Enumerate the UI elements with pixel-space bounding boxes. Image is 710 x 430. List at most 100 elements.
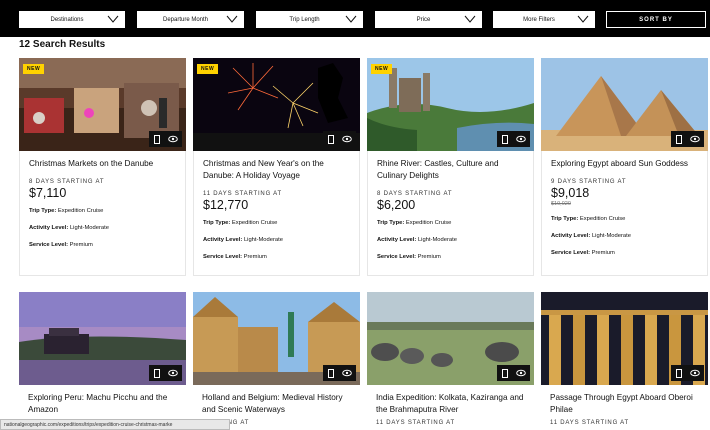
trip-type-value: Expedition Cruise	[405, 220, 452, 226]
eye-icon[interactable]	[342, 369, 353, 377]
service-level-value: Premium	[69, 242, 93, 248]
card-icons	[149, 365, 182, 381]
service-level: Service Level: Premium	[203, 254, 267, 260]
trip-type: Trip Type: Expedition Cruise	[377, 220, 451, 226]
card-icons	[497, 365, 530, 381]
trip-card[interactable]: NEW Christmas Markets on the Danube 8 DA…	[19, 58, 186, 276]
card-icons	[323, 365, 356, 381]
filter-more-filters[interactable]: More Filters	[493, 11, 595, 28]
trip-days: 11 DAYS STARTING AT	[550, 420, 629, 426]
original-price: $10,020	[551, 201, 571, 207]
trip-days: 11 DAYS STARTING AT	[376, 420, 455, 426]
phone-icon[interactable]	[327, 368, 335, 378]
results-count: 12 Search Results	[19, 39, 106, 50]
card-icons	[497, 131, 530, 147]
trip-type-value: Expedition Cruise	[231, 220, 278, 226]
trip-type: Trip Type: Expedition Cruise	[203, 220, 277, 226]
trip-image-elephants[interactable]	[367, 292, 534, 385]
trip-price: $9,018	[551, 186, 590, 200]
activity-level-label: Activity Level:	[203, 237, 243, 243]
chevron-down-icon	[107, 15, 119, 23]
filter-label: Price	[416, 16, 431, 23]
activity-level-value: Light-Moderate	[417, 237, 457, 243]
activity-level-label: Activity Level:	[551, 233, 591, 239]
service-level-value: Premium	[591, 250, 615, 256]
trip-type-value: Expedition Cruise	[579, 216, 626, 222]
trip-image-fireworks[interactable]: NEW	[193, 58, 360, 151]
trip-type-label: Trip Type:	[203, 220, 231, 226]
phone-icon[interactable]	[675, 134, 683, 144]
service-level-label: Service Level:	[29, 242, 68, 248]
trip-image-pyramids[interactable]	[541, 58, 708, 151]
chevron-down-icon	[345, 15, 357, 23]
phone-icon[interactable]	[501, 368, 509, 378]
activity-level: Activity Level: Light-Moderate	[203, 237, 283, 243]
filter-label: More Filters	[523, 16, 555, 23]
card-icons	[149, 131, 182, 147]
trip-card[interactable]: India Expedition: Kolkata, Kaziranga and…	[367, 292, 534, 430]
new-badge: NEW	[197, 64, 219, 74]
phone-icon[interactable]	[501, 134, 509, 144]
eye-icon[interactable]	[342, 135, 353, 143]
trip-card[interactable]: NEW Rhine River: Castles, Culture and Cu…	[367, 58, 534, 276]
trip-title[interactable]: Passage Through Egypt Aboard Oberoi Phil…	[550, 392, 702, 416]
trip-card[interactable]: Passage Through Egypt Aboard Oberoi Phil…	[541, 292, 708, 430]
activity-level-label: Activity Level:	[29, 225, 69, 231]
trip-image-rhine-castle[interactable]: NEW	[367, 58, 534, 151]
activity-level-label: Activity Level:	[377, 237, 417, 243]
filter-trip-length[interactable]: Trip Length	[256, 11, 363, 28]
filter-label: Departure Month	[162, 16, 209, 23]
service-level-label: Service Level:	[377, 254, 416, 260]
eye-icon[interactable]	[690, 135, 701, 143]
activity-level-value: Light-Moderate	[243, 237, 283, 243]
service-level: Service Level: Premium	[29, 242, 93, 248]
trip-title[interactable]: Exploring Egypt aboard Sun Goddess	[551, 158, 703, 170]
trip-card[interactable]: Exploring Egypt aboard Sun Goddess 9 DAY…	[541, 58, 708, 276]
trip-image-christmas-market[interactable]: NEW	[19, 58, 186, 151]
eye-icon[interactable]	[690, 369, 701, 377]
trip-type-label: Trip Type:	[377, 220, 405, 226]
trip-price: $12,770	[203, 198, 249, 212]
eye-icon[interactable]	[516, 369, 527, 377]
chevron-down-icon	[464, 15, 476, 23]
chevron-down-icon	[577, 15, 589, 23]
trip-title[interactable]: Rhine River: Castles, Culture and Culina…	[377, 158, 529, 182]
chevron-down-icon	[226, 15, 238, 23]
trip-title[interactable]: Christmas and New Year's on the Danube: …	[203, 158, 355, 182]
filter-destinations[interactable]: Destinations	[19, 11, 125, 28]
service-level-value: Premium	[417, 254, 441, 260]
phone-icon[interactable]	[153, 134, 161, 144]
filter-price[interactable]: Price	[375, 11, 482, 28]
trip-title[interactable]: India Expedition: Kolkata, Kaziranga and…	[376, 392, 528, 416]
trip-image-amazon-boat[interactable]	[19, 292, 186, 385]
trip-title[interactable]: Exploring Peru: Machu Picchu and the Ama…	[28, 392, 180, 416]
card-icons	[671, 131, 704, 147]
trip-title[interactable]: Holland and Belgium: Medieval History an…	[202, 392, 354, 416]
activity-level-value: Light-Moderate	[591, 233, 631, 239]
trip-days: 11 DAYS STARTING AT	[203, 191, 282, 197]
eye-icon[interactable]	[168, 369, 179, 377]
trip-days: 8 DAYS STARTING AT	[377, 191, 453, 197]
phone-icon[interactable]	[153, 368, 161, 378]
phone-icon[interactable]	[675, 368, 683, 378]
filter-departure-month[interactable]: Departure Month	[137, 11, 244, 28]
trip-image-belgium-square[interactable]	[193, 292, 360, 385]
activity-level: Activity Level: Light-Moderate	[551, 233, 631, 239]
service-level: Service Level: Premium	[377, 254, 441, 260]
sort-by-button[interactable]: SORT BY	[606, 11, 706, 28]
trip-price: $6,200	[377, 198, 416, 212]
trip-card[interactable]: Exploring Peru: Machu Picchu and the Ama…	[19, 292, 186, 430]
eye-icon[interactable]	[516, 135, 527, 143]
trip-type-label: Trip Type:	[551, 216, 579, 222]
service-level: Service Level: Premium	[551, 250, 615, 256]
filter-bar: Destinations Departure Month Trip Length…	[0, 0, 710, 37]
trip-card[interactable]: Holland and Belgium: Medieval History an…	[193, 292, 360, 430]
trip-type: Trip Type: Expedition Cruise	[29, 208, 103, 214]
eye-icon[interactable]	[168, 135, 179, 143]
filter-label: Destinations	[50, 16, 84, 23]
trip-title[interactable]: Christmas Markets on the Danube	[29, 158, 181, 170]
trip-card[interactable]: NEW Christmas and New Year's on the Danu…	[193, 58, 360, 276]
trip-image-egypt-temple[interactable]	[541, 292, 708, 385]
phone-icon[interactable]	[327, 134, 335, 144]
activity-level-value: Light-Moderate	[69, 225, 109, 231]
